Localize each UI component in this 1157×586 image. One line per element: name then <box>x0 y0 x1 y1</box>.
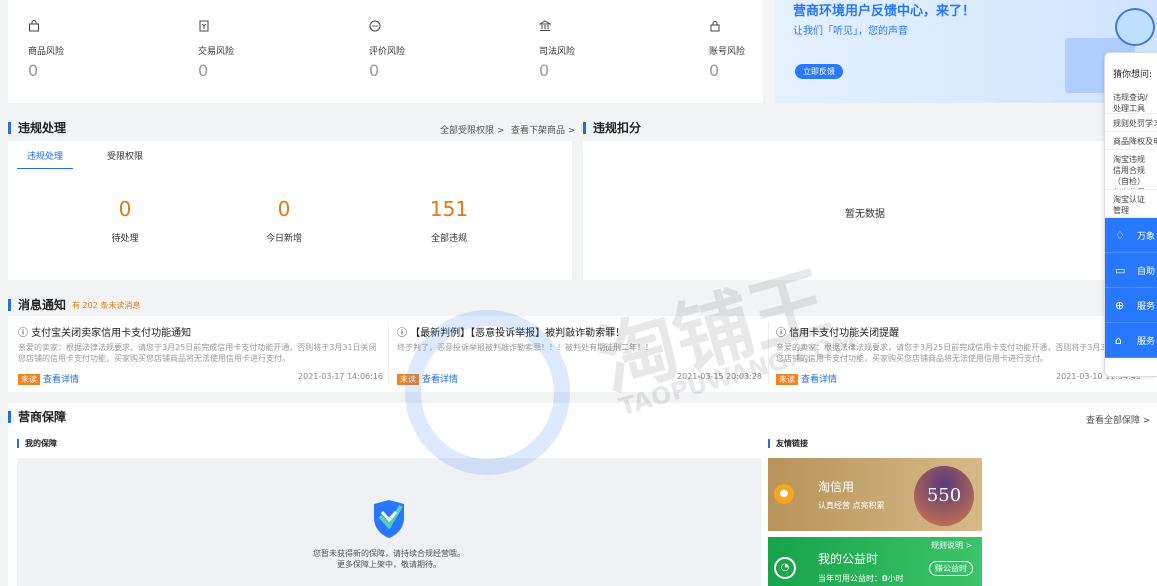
home-icon: ⌂ <box>1115 333 1122 347</box>
earn-charity-button[interactable]: 赚公益时 <box>929 561 973 576</box>
guess-title: 猜你想问: <box>1113 70 1153 80</box>
message-body: 亲爱的卖家：根据法律法规要求，请您于3月25日前完成信用卡支付功能开通，否则将于… <box>776 343 1135 363</box>
charity-points: 当年可用公益时：0小时 <box>818 574 904 583</box>
message-title: ⓘ 信用卡支付功能关闭提醒 <box>776 328 900 339</box>
guarantee-section-title: 营商保障 <box>8 411 66 423</box>
divider <box>388 322 389 384</box>
friend-links-title: 友情链接 <box>768 439 808 448</box>
stat-value: 151 <box>429 197 469 221</box>
court-icon <box>538 20 553 34</box>
info-icon: ⓘ <box>776 328 790 339</box>
credit-name: 淘信用 <box>818 480 855 494</box>
help-float-panel: 猜你想问: 违规查询/处理工具 规则处罚学习 商品降权及申诉 淘宝违规信用合规（… <box>1104 52 1157 377</box>
chat-icon: ▭ <box>1115 263 1126 277</box>
banner-subtitle: 让我们「听见」，您的声音 <box>793 26 908 37</box>
delisted-goods-link[interactable]: 查看下架商品 > <box>511 123 575 136</box>
guarantee-empty-panel: 您暂未获得新的保障，请持续合规经营哦。 更多保障上架中，敬请期待。 <box>17 458 761 586</box>
credit-sub: 认真经营 点亮积累 <box>818 501 885 510</box>
tao-credit-card[interactable]: ● 淘信用 认真经营 点亮积累 550 <box>768 458 982 531</box>
message-item[interactable]: ⓘ 【最新判例】【恶意投诉举报】被判敲诈勒索罪！ 终于判了，恶意投诉举报被判敲诈… <box>397 324 762 385</box>
unread-tag: 未读 <box>776 374 798 385</box>
stat-pending[interactable]: 0 待处理 <box>65 197 185 244</box>
stat-value: 0 <box>118 197 132 221</box>
risk-label: 评价风险 <box>369 47 406 57</box>
bell-icon: ♢ <box>1115 228 1125 242</box>
credit-score-badge: 550 <box>914 466 974 526</box>
faq-item[interactable]: 淘宝违规信用合规（自检）怎么使用 <box>1105 150 1157 190</box>
credit-icon: ● <box>774 484 794 504</box>
stat-today[interactable]: 0 今日新增 <box>224 197 344 244</box>
deduction-card: 暂无数据 <box>583 141 1157 280</box>
message-time: 2021-03-15 20:03:28 <box>677 372 762 381</box>
risk-item-trade[interactable]: 交易风险 0 <box>198 20 318 80</box>
charity-rule-link[interactable]: 规则说明 > <box>931 540 972 551</box>
stat-label: 待处理 <box>111 234 139 244</box>
unread-count: 有 202 条未读消息 <box>72 301 141 310</box>
risk-label: 交易风险 <box>198 47 235 57</box>
float-button-wanxiang[interactable]: ♢ 万象 <box>1105 218 1157 253</box>
all-guarantee-link[interactable]: 查看全部保障 > <box>1086 413 1150 426</box>
divider <box>768 322 769 384</box>
tab-violation[interactable]: 违规处理 <box>17 149 74 169</box>
view-detail-link[interactable]: 查看详情 <box>43 375 79 385</box>
banner-title: 营商环境用户反馈中心，来了！ <box>793 4 976 19</box>
lock-icon <box>709 20 723 34</box>
empty-text: 暂无数据 <box>845 209 885 220</box>
message-title: ⓘ 支付宝关闭卖家信用卡支付功能通知 <box>18 328 192 339</box>
risk-label: 司法风险 <box>539 47 576 57</box>
faq-item[interactable]: 规则处罚学习 <box>1105 114 1157 132</box>
risk-value: 0 <box>198 61 209 80</box>
faq-item[interactable]: 淘宝认证管理 <box>1105 190 1157 218</box>
float-button-service[interactable]: ⊕ 服务 <box>1105 288 1157 323</box>
charity-card[interactable]: ◔ 我的公益时 规则说明 > 赚公益时 当年可用公益时：0小时 <box>768 537 982 586</box>
stat-all[interactable]: 151 全部违规 <box>389 197 509 244</box>
violation-card: 违规处理 受限权限 0 待处理 0 今日新增 151 全部违规 <box>8 141 572 280</box>
feedback-banner[interactable]: 营商环境用户反馈中心，来了！ 让我们「听见」，您的声音 立即反馈 <box>775 0 1157 103</box>
message-time: 2021-03-17 14:06:16 <box>298 372 383 381</box>
risk-value: 0 <box>369 61 380 80</box>
risk-label: 商品风险 <box>28 47 65 57</box>
info-icon: ⓘ <box>397 328 411 339</box>
violation-section-title: 违规处理 <box>8 122 66 134</box>
message-item[interactable]: ⓘ 支付宝关闭卖家信用卡支付功能通知 亲爱的卖家：根据法律法规要求，请您于3月2… <box>18 324 383 385</box>
message-title: ⓘ 【最新判例】【恶意投诉举报】被判敲诈勒索罪！ <box>397 328 626 339</box>
deduction-section-title: 违规扣分 <box>583 122 641 134</box>
elephant-mascot-icon <box>1115 8 1155 46</box>
tab-limits[interactable]: 受限权限 <box>107 149 143 162</box>
risk-item-goods[interactable]: 商品风险 0 <box>28 20 148 80</box>
stat-label: 今日新增 <box>265 234 302 244</box>
message-body: 亲爱的卖家：根据法律法规要求，请您于3月25日前完成信用卡支付功能开通，否则将于… <box>18 343 377 363</box>
stat-value: 0 <box>277 197 291 221</box>
trade-doc-icon <box>198 20 212 34</box>
stat-label: 全部违规 <box>430 234 467 244</box>
empty-line-1: 您暂未获得新的保障，请持续合规经营哦。 <box>313 549 465 558</box>
shield-check-icon <box>372 498 406 544</box>
all-limits-link[interactable]: 全部受限权限 > <box>440 123 504 136</box>
empty-line-2: 更多保障上架中，敬请期待。 <box>337 560 441 569</box>
charity-icon: ◔ <box>774 557 796 579</box>
message-body: 终于判了，恶意投诉举报被判敲诈勒索罪！！！被判处有期徒刑二年！！ <box>397 343 653 352</box>
float-button-home[interactable]: ⌂ 服务 <box>1105 323 1157 358</box>
risk-overview-card: 商品风险 0 交易风险 0 评价风险 0 司法风险 0 账号风险 0 <box>8 0 763 103</box>
risk-item-judicial[interactable]: 司法风险 0 <box>538 20 659 80</box>
charity-name: 我的公益时 <box>818 552 879 566</box>
view-detail-link[interactable]: 查看详情 <box>422 375 458 385</box>
info-icon: ⓘ <box>18 328 32 339</box>
risk-value: 0 <box>539 61 550 80</box>
message-section-title: 消息通知 <box>8 299 66 311</box>
comment-icon <box>369 20 383 34</box>
float-button-self[interactable]: ▭ 自助 <box>1105 253 1157 288</box>
feedback-now-button[interactable]: 立即反馈 <box>795 64 843 79</box>
my-guarantee-title: 我的保障 <box>17 439 57 448</box>
faq-item[interactable]: 违规查询/处理工具 <box>1105 88 1157 114</box>
service-icon: ⊕ <box>1115 298 1125 312</box>
message-item[interactable]: ⓘ 信用卡支付功能关闭提醒 亲爱的卖家：根据法律法规要求，请您于3月25日前完成… <box>776 324 1141 385</box>
bag-icon <box>28 20 42 34</box>
risk-value: 0 <box>28 61 39 80</box>
unread-tag: 未读 <box>397 374 419 385</box>
risk-item-review[interactable]: 评价风险 0 <box>369 20 489 80</box>
view-detail-link[interactable]: 查看详情 <box>801 375 837 385</box>
unread-tag: 未读 <box>18 374 40 385</box>
faq-item[interactable]: 商品降权及申诉 <box>1105 132 1157 150</box>
